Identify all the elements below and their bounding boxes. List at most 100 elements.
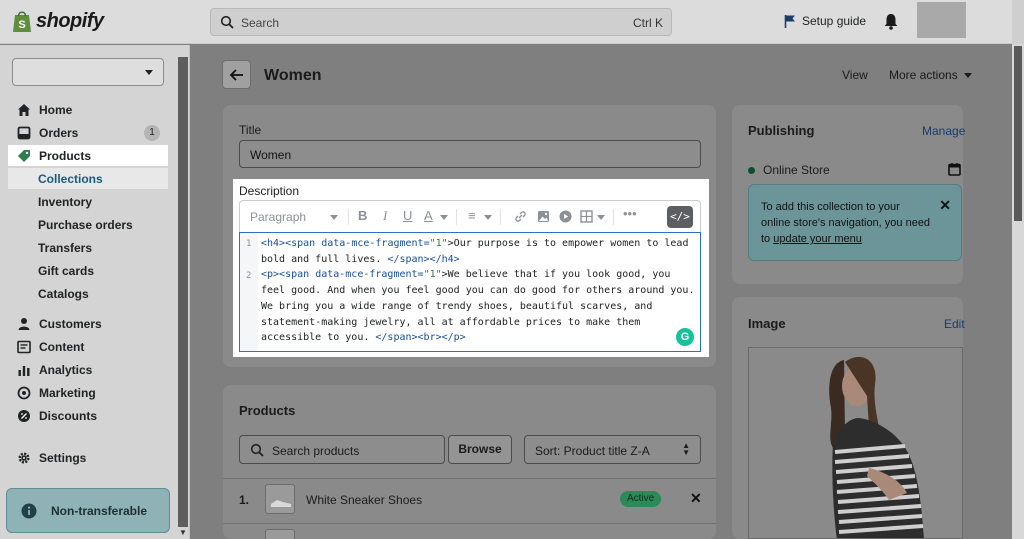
- sales-channel: Online Store: [748, 163, 830, 177]
- sidebar-item-collections[interactable]: Collections: [8, 168, 168, 189]
- image-icon[interactable]: [537, 210, 550, 223]
- show-html-button[interactable]: </>: [667, 206, 693, 228]
- setup-guide-button[interactable]: Setup guide: [784, 14, 866, 28]
- bell-icon[interactable]: [883, 13, 899, 30]
- sort-select-value: Sort: Product title Z-A: [535, 444, 650, 458]
- sidebar-item-customers[interactable]: Customers: [8, 313, 168, 334]
- collection-image: [748, 347, 963, 539]
- grammarly-icon[interactable]: G: [676, 328, 694, 346]
- close-icon[interactable]: ✕: [939, 197, 951, 213]
- more-actions-label: More actions: [889, 68, 958, 82]
- sidebar-item-label: Catalogs: [38, 286, 89, 301]
- search-bar[interactable]: Search Ctrl K: [210, 8, 672, 36]
- products-title: Products: [239, 403, 296, 418]
- sidebar-scrollbar[interactable]: [178, 57, 188, 527]
- table-icon[interactable]: [580, 210, 593, 223]
- sidebar-item-label: Gift cards: [38, 263, 95, 278]
- main-scrollbar[interactable]: [1012, 44, 1024, 539]
- sidebar: Home Orders 1 Products Collections Inven…: [0, 45, 190, 539]
- sidebar-item-label: Transfers: [38, 240, 93, 255]
- scrollbar-track: [1012, 0, 1024, 44]
- search-products-input[interactable]: Search products: [239, 435, 445, 464]
- caret-down-icon: [484, 215, 492, 220]
- paragraph-format-select[interactable]: Paragraph: [250, 210, 306, 224]
- orders-count-badge: 1: [144, 125, 160, 141]
- manage-link[interactable]: Manage: [922, 124, 965, 138]
- setup-guide-label: Setup guide: [802, 14, 867, 28]
- update-menu-link[interactable]: update your menu: [773, 233, 862, 245]
- caret-down-icon: [440, 215, 448, 220]
- woman-photo: [749, 348, 962, 538]
- info-icon: [21, 503, 37, 518]
- search-products-placeholder: Search products: [272, 444, 360, 458]
- edit-link[interactable]: Edit: [944, 317, 965, 331]
- store-select[interactable]: [12, 58, 164, 86]
- toolbar-divider: [500, 209, 501, 225]
- sidebar-item-settings[interactable]: Settings: [8, 447, 168, 468]
- sidebar-item-transfers[interactable]: Transfers: [8, 237, 168, 258]
- view-button[interactable]: View: [842, 68, 868, 82]
- avatar[interactable]: [917, 2, 966, 38]
- more-options-icon[interactable]: •••: [623, 206, 637, 221]
- sidebar-item-analytics[interactable]: Analytics: [8, 359, 168, 380]
- html-code-editor[interactable]: 1 2 <h4><span data-mce-fragment="1">Our …: [239, 232, 701, 352]
- sidebar-item-home[interactable]: Home: [8, 99, 168, 120]
- search-icon: [250, 443, 264, 457]
- close-icon[interactable]: ✕: [690, 490, 702, 507]
- sidebar-item-catalogs[interactable]: Catalogs: [8, 283, 168, 304]
- channel-name: Online Store: [763, 163, 830, 177]
- marketing-icon: [17, 386, 31, 399]
- sidebar-item-inventory[interactable]: Inventory: [8, 191, 168, 212]
- calendar-icon[interactable]: [948, 162, 962, 176]
- image-card: Image Edit: [732, 297, 965, 539]
- brand-name: shopify: [36, 9, 104, 32]
- sidebar-item-gift-cards[interactable]: Gift cards: [8, 260, 168, 281]
- underline-icon[interactable]: U: [403, 208, 412, 223]
- orders-icon: [17, 126, 31, 139]
- align-left-icon[interactable]: ≡: [468, 208, 476, 223]
- product-thumbnail: [265, 529, 295, 539]
- sidebar-item-discounts[interactable]: Discounts: [8, 405, 168, 426]
- shopify-logo[interactable]: S shopify: [12, 9, 104, 33]
- sidebar-item-label: Home: [39, 102, 73, 117]
- page-title: Women: [264, 67, 322, 84]
- caret-down-icon: [963, 72, 972, 78]
- row-number: 1.: [239, 493, 250, 507]
- title-label: Title: [239, 123, 262, 137]
- bold-icon[interactable]: B: [358, 208, 367, 223]
- back-button[interactable]: [222, 60, 251, 89]
- description-label: Description: [239, 184, 300, 198]
- sidebar-item-label: Content: [39, 339, 85, 354]
- line-number: 1: [246, 239, 252, 249]
- sidebar-item-marketing[interactable]: Marketing: [8, 382, 168, 403]
- sort-select[interactable]: Sort: Product title Z-A ▲ ▼: [524, 435, 701, 464]
- video-icon[interactable]: [559, 210, 572, 223]
- non-transferable-label: Non-transferable: [51, 503, 148, 518]
- sidebar-item-orders[interactable]: Orders 1: [8, 122, 168, 143]
- sidebar-item-purchase-orders[interactable]: Purchase orders: [8, 214, 168, 235]
- select-arrows-icon: ▲ ▼: [682, 441, 690, 457]
- code-content: <h4><span data-mce-fragment="1">Our purp…: [261, 236, 697, 346]
- non-transferable-banner[interactable]: Non-transferable: [6, 488, 170, 533]
- text-color-icon[interactable]: A: [424, 208, 433, 223]
- more-actions-button[interactable]: More actions: [889, 68, 972, 82]
- search-shortcut: Ctrl K: [633, 16, 663, 30]
- sidebar-item-products[interactable]: Products: [8, 145, 168, 166]
- search-placeholder: Search: [241, 16, 280, 30]
- divider: [223, 523, 716, 524]
- sidebar-item-label: Orders: [39, 125, 79, 140]
- sidebar-item-label: Purchase orders: [38, 217, 133, 232]
- product-name[interactable]: White Sneaker Shoes: [306, 493, 422, 507]
- arrow-left-icon: [229, 69, 243, 81]
- status-badge: Active: [620, 491, 662, 507]
- browse-button[interactable]: Browse: [448, 435, 512, 464]
- scrollbar-thumb[interactable]: [1014, 46, 1022, 221]
- link-icon[interactable]: [514, 210, 527, 223]
- home-icon: [18, 103, 30, 116]
- top-bar: S shopify Search Ctrl K Setup guide: [0, 0, 1024, 44]
- table-row[interactable]: 1. White Sneaker Shoes Active ✕: [223, 479, 716, 523]
- sidebar-item-content[interactable]: Content: [8, 336, 168, 357]
- scroll-down-icon[interactable]: ▼: [178, 527, 188, 539]
- title-field[interactable]: Women: [239, 140, 701, 168]
- italic-icon[interactable]: I: [383, 208, 387, 224]
